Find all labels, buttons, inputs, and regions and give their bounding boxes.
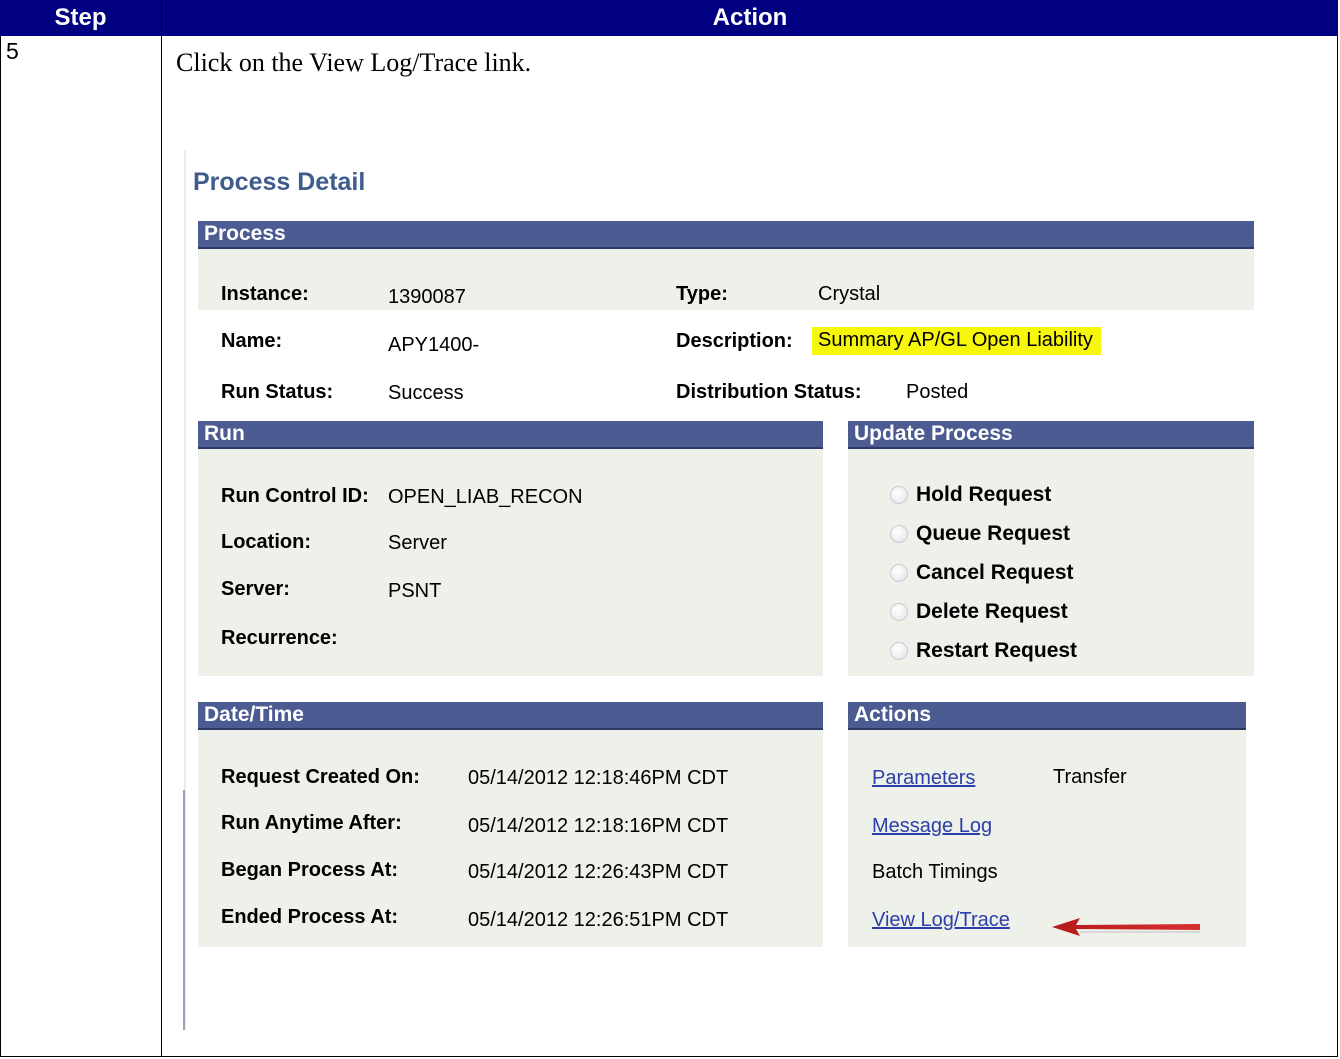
hold-request-radio[interactable] xyxy=(890,486,908,504)
name-value: APY1400- xyxy=(388,334,480,356)
hold-request-label: Hold Request xyxy=(916,483,1052,506)
batch-timings-text: Batch Timings xyxy=(872,861,998,883)
run-control-label: Run Control ID: xyxy=(221,485,369,507)
queue-request-option[interactable]: Queue Request xyxy=(890,522,1070,546)
description-highlight: Summary AP/GL Open Liability xyxy=(812,327,1101,355)
recurrence-label: Recurrence: xyxy=(221,627,338,649)
began-value: 05/14/2012 12:26:43PM CDT xyxy=(468,861,729,883)
restart-request-radio[interactable] xyxy=(890,642,908,660)
queue-request-radio[interactable] xyxy=(890,525,908,543)
cancel-request-radio[interactable] xyxy=(890,564,908,582)
view-log-trace-link[interactable]: View Log/Trace xyxy=(872,909,1010,932)
description-value: Summary AP/GL Open Liability xyxy=(812,327,1101,355)
instance-value: 1390087 xyxy=(388,286,466,308)
instance-label: Instance: xyxy=(221,283,309,305)
distribution-status-label: Distribution Status: xyxy=(676,381,862,403)
screenshot-edge-dark xyxy=(183,790,185,1030)
server-value: PSNT xyxy=(388,580,442,602)
run-anytime-label: Run Anytime After: xyxy=(221,812,402,834)
location-value: Server xyxy=(388,532,447,554)
delete-request-radio[interactable] xyxy=(890,603,908,621)
page-title: Process Detail xyxy=(193,168,366,196)
actions-section-header: Actions xyxy=(848,702,1246,730)
name-label: Name: xyxy=(221,330,283,352)
ended-value: 05/14/2012 12:26:51PM CDT xyxy=(468,909,729,931)
cancel-request-label: Cancel Request xyxy=(916,561,1074,584)
queue-request-label: Queue Request xyxy=(916,522,1071,545)
process-section-header: Process xyxy=(198,221,1254,249)
run-section-header: Run xyxy=(198,421,823,449)
update-process-header: Update Process xyxy=(848,421,1254,449)
server-label: Server: xyxy=(221,578,290,600)
step-number: 5 xyxy=(6,38,19,64)
column-divider xyxy=(161,36,162,1057)
began-label: Began Process At: xyxy=(221,859,399,881)
ended-label: Ended Process At: xyxy=(221,906,399,928)
restart-request-label: Restart Request xyxy=(916,639,1078,662)
run-status-value: Success xyxy=(388,382,464,404)
header-action: Action xyxy=(162,0,1338,36)
delete-request-label: Delete Request xyxy=(916,600,1068,623)
hold-request-option[interactable]: Hold Request xyxy=(890,483,1051,507)
run-status-label: Run Status: xyxy=(221,381,334,403)
distribution-status-value: Posted xyxy=(906,381,969,403)
request-created-value: 05/14/2012 12:18:46PM CDT xyxy=(468,767,729,789)
restart-request-option[interactable]: Restart Request xyxy=(890,639,1077,663)
red-arrow-icon xyxy=(1052,918,1200,936)
delete-request-option[interactable]: Delete Request xyxy=(890,600,1068,624)
parameters-link[interactable]: Parameters xyxy=(872,767,975,790)
message-log-link[interactable]: Message Log xyxy=(872,815,992,838)
transfer-text: Transfer xyxy=(1053,766,1127,788)
location-label: Location: xyxy=(221,531,311,553)
datetime-section-header: Date/Time xyxy=(198,702,823,730)
type-value: Crystal xyxy=(818,283,881,305)
instruction-text: Click on the View Log/Trace link. xyxy=(176,48,532,77)
request-created-label: Request Created On: xyxy=(221,766,420,788)
header-step: Step xyxy=(0,0,162,36)
cancel-request-option[interactable]: Cancel Request xyxy=(890,561,1074,585)
type-label: Type: xyxy=(676,283,728,305)
run-anytime-value: 05/14/2012 12:18:16PM CDT xyxy=(468,815,729,837)
run-control-value: OPEN_LIAB_RECON xyxy=(388,486,583,508)
description-label: Description: xyxy=(676,330,793,352)
